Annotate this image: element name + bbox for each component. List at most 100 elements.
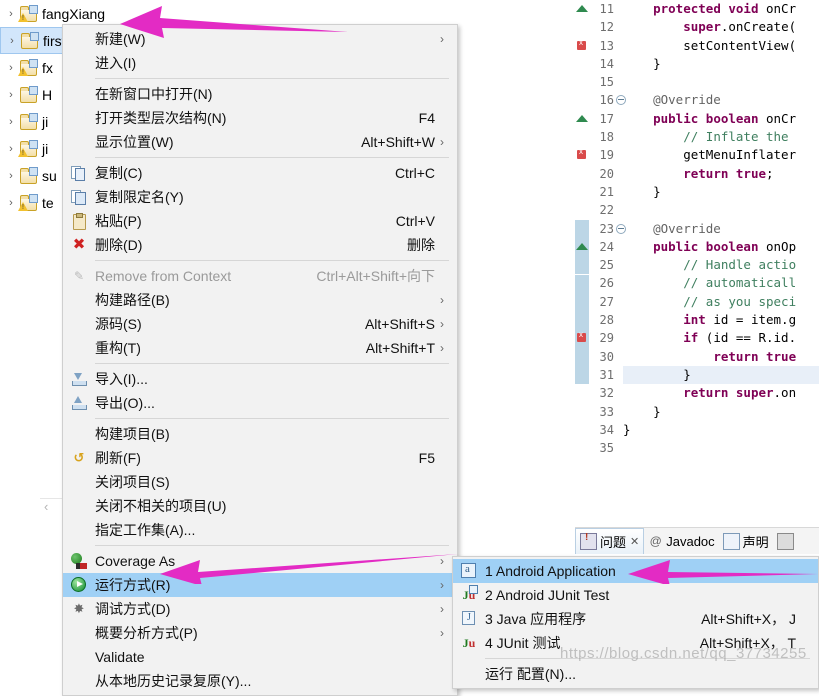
code-line[interactable]: // automaticall [623,274,819,292]
code-line[interactable]: @Override [623,91,819,109]
menu-item[interactable]: 关闭不相关的项目(U) › [63,494,457,518]
menu-item[interactable]: 复制限定名(Y) › [63,185,457,209]
expand-arrow-icon[interactable]: › [4,116,18,128]
code-line[interactable]: // as you speci [623,293,819,311]
code-line[interactable]: return super.on [623,384,819,402]
line-number-text: 25 [599,258,614,273]
menu-item[interactable]: 构建项目(B) › [63,422,457,446]
editor-code-area[interactable]: protected void onCr super.onCreate( setC… [623,0,819,457]
menu-item[interactable]: 打开类型层次结构(N) F4› [63,106,457,130]
code-line[interactable]: @Override [623,220,819,238]
menu-item-label: 3 Java 应用程序 [485,611,587,627]
view-tab[interactable]: @ Javadoc [644,528,718,554]
gutter-error-marker-icon[interactable] [577,147,586,160]
editor-gutter-markers[interactable] [575,0,589,524]
code-line[interactable]: // Inflate the [623,128,819,146]
expand-arrow-icon[interactable]: › [4,8,18,20]
code-line[interactable]: getMenuInflater [623,146,819,164]
gutter-error-marker-icon[interactable] [577,330,586,343]
expand-arrow-icon[interactable]: › [5,35,19,47]
menu-item[interactable]: ✸ 调试方式(D) › [63,597,457,621]
expand-arrow-icon[interactable]: › [4,170,18,182]
menu-item[interactable]: 导出(O)... › [63,391,457,415]
project-folder-icon [19,32,39,49]
view-tab[interactable]: 声明 [719,528,773,554]
code-line[interactable]: super.onCreate( [623,18,819,36]
menu-item[interactable]: 构建路径(B) › [63,288,457,312]
menu-item[interactable]: 显示位置(W) Alt+Shift+W › [63,130,457,154]
tree-item-fangxiang[interactable]: › fangXiang [0,0,180,27]
code-line[interactable]: return true; [623,165,819,183]
code-line[interactable]: protected void onCr [623,0,819,18]
declaration-icon [722,532,740,550]
code-line[interactable] [623,73,819,91]
menu-item[interactable]: Ju 4 JUnit 测试 Alt+Shift+X， T› [453,631,818,655]
run-as-submenu[interactable]: 1 Android Application›Ju2 Android JUnit … [452,556,819,689]
menu-item[interactable]: 新建(W) › [63,27,457,51]
menu-item[interactable]: Ju2 Android JUnit Test › [453,583,818,607]
tree-item-label: fx [42,59,53,76]
scroll-left-icon[interactable]: ‹ [44,499,48,515]
code-line[interactable]: } [623,421,819,439]
menu-item-no-icon [63,337,95,359]
java-code-editor[interactable]: 11 12 13 14 15 16 17 18 19 20 21 22 23 24 25 26 27 28 29 30… [575,0,819,524]
view-tab[interactable] [773,528,801,554]
code-line[interactable]: } [623,403,819,421]
view-tab[interactable]: 问题✕ [575,528,645,554]
menu-item[interactable]: 运行 配置(N)... › [453,662,818,686]
expand-arrow-icon[interactable]: › [4,143,18,155]
android-junit-icon: Ju [453,584,485,606]
gutter-error-marker-icon[interactable] [577,38,586,50]
menu-item[interactable]: 1 Android Application › [453,559,818,583]
code-line[interactable]: int id = item.g [623,311,819,329]
line-number: 32 [589,384,615,402]
project-context-menu[interactable]: 新建(W)›进入(I)› 在新窗口中打开(N)›打开类型层次结构(N)F4›显示位… [62,24,458,696]
refresh-icon: ↺ [73,450,85,465]
line-number: 12 [589,18,615,36]
menu-item[interactable]: 粘贴(P) Ctrl+V› [63,209,457,233]
code-token: return true [683,165,767,181]
menu-item[interactable]: 概要分析方式(P) › [63,621,457,645]
menu-item[interactable]: 关闭项目(S) › [63,470,457,494]
code-line[interactable] [623,439,819,457]
menu-item[interactable]: 源码(S) Alt+Shift+S › [63,312,457,336]
menu-item[interactable]: 从本地历史记录复原(Y)... › [63,669,457,693]
bottom-view-tab-bar[interactable]: 问题✕ @ Javadoc 声明 [575,527,819,554]
menu-separator [95,418,449,419]
code-line[interactable]: } [623,183,819,201]
code-line[interactable]: if (id == R.id. [623,329,819,347]
code-line[interactable]: } [623,365,819,385]
menu-item-no-icon [63,107,95,129]
menu-item-no-arrow: › [435,166,449,180]
menu-item[interactable]: 3 Java 应用程序 Alt+Shift+X， J› [453,607,818,631]
menu-item[interactable]: Validate › [63,645,457,669]
menu-item[interactable]: 运行方式(R) › [63,573,457,597]
code-line[interactable]: } [623,55,819,73]
menu-item[interactable]: 复制(C) Ctrl+C› [63,161,457,185]
menu-item[interactable]: ✎ Remove from Context Ctrl+Alt+Shift+向下› [63,264,457,288]
menu-item[interactable]: 重构(T) Alt+Shift+T › [63,336,457,360]
code-line[interactable]: // Handle actio [623,256,819,274]
menu-item[interactable]: 导入(I)... › [63,367,457,391]
code-line[interactable]: return true [623,348,819,366]
tree-item-label: su [42,167,57,184]
menu-item[interactable]: 进入(I) › [63,51,457,75]
menu-item[interactable]: ↺ 刷新(F) F5› [63,446,457,470]
import-icon [63,368,95,390]
expand-arrow-icon[interactable]: › [4,89,18,101]
code-token: } [623,183,661,199]
menu-item[interactable]: 在新窗口中打开(N) › [63,82,457,106]
close-icon[interactable]: ✕ [630,535,639,548]
menu-item[interactable]: Coverage As › [63,549,457,573]
expand-arrow-icon[interactable]: › [4,197,18,209]
expand-arrow-icon[interactable]: › [4,62,18,74]
code-line[interactable]: setContentView( [623,37,819,55]
code-line[interactable] [623,201,819,219]
menu-item[interactable]: 指定工作集(A)... › [63,518,457,542]
code-line[interactable]: public boolean onCr [623,110,819,128]
line-number-text: 12 [599,20,614,35]
menu-item[interactable]: ✖ 删除(D) 删除› [63,233,457,257]
code-line[interactable]: public boolean onOp [623,238,819,256]
code-token: return true [713,348,797,364]
